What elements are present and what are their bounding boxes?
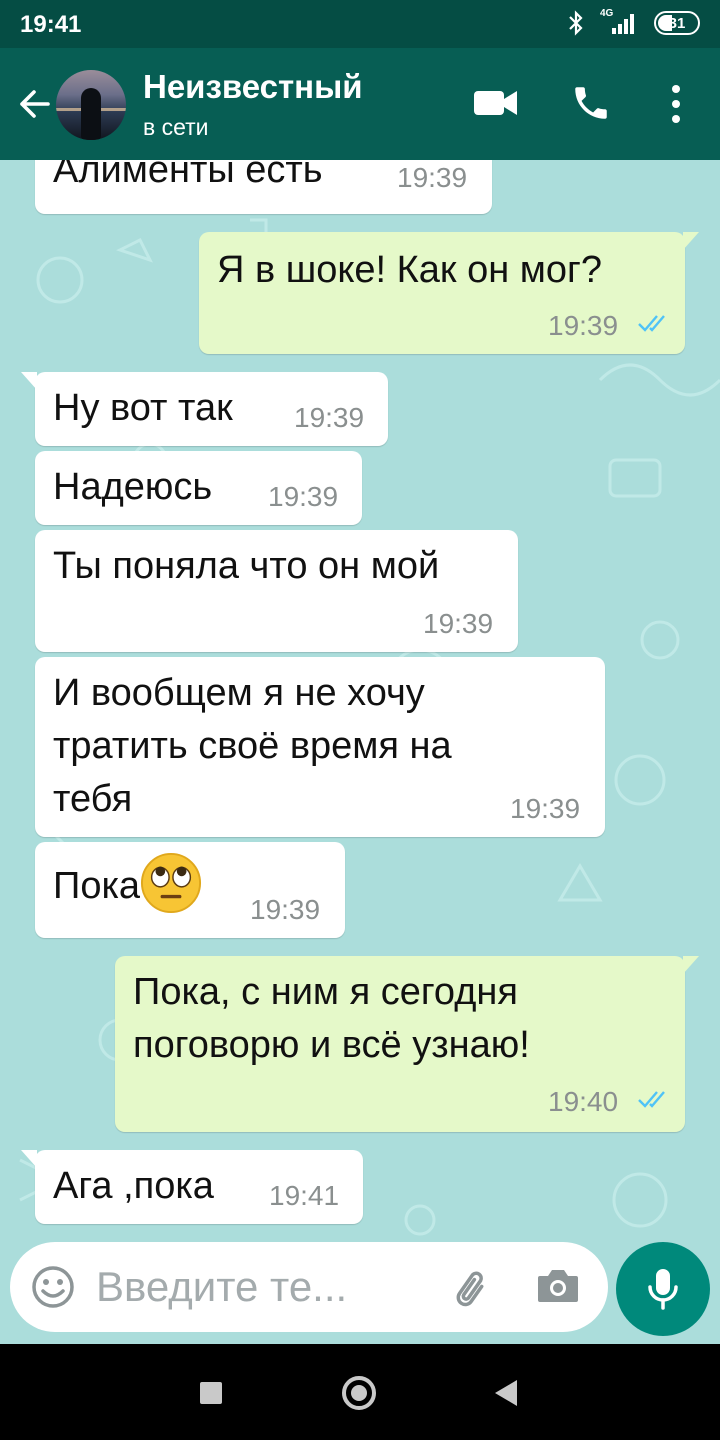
message-bubble-outgoing[interactable]: Пока, с ним я сегодня поговорю и всё узн…: [115, 956, 699, 1132]
message-bubble-incoming[interactable]: Ты поняла что он мой 19:39: [35, 530, 518, 652]
message-bubble-incoming[interactable]: Пока 19:39: [35, 842, 345, 938]
message-bubble-incoming[interactable]: Ага ,пока 19:41: [21, 1150, 363, 1224]
chat-area[interactable]: Алименты есть 19:39 Я в шоке! Как он мог…: [0, 160, 720, 1344]
message-bubble-outgoing[interactable]: Я в шоке! Как он мог? 19:39: [199, 232, 699, 354]
contact-status: в сети: [143, 114, 209, 140]
message-bubble-incoming[interactable]: Надеюсь 19:39: [35, 451, 362, 525]
more-options-icon[interactable]: [660, 84, 692, 124]
phone-call-icon[interactable]: [570, 82, 612, 124]
message-time: 19:39: [423, 608, 494, 639]
message-bubble-incoming[interactable]: Ну вот так 19:39: [21, 372, 388, 446]
contact-name[interactable]: Неизвестный: [143, 68, 363, 106]
message-time: 19:39: [294, 402, 365, 433]
system-navigation-bar: [0, 1344, 720, 1440]
message-bubble-incoming[interactable]: И вообщем я не хочу тратить своё время н…: [35, 657, 605, 837]
message-text: Ты поняла что он мой: [53, 545, 440, 587]
attach-icon[interactable]: [450, 1266, 496, 1312]
avatar[interactable]: [56, 70, 126, 140]
emoji-icon[interactable]: [30, 1264, 76, 1310]
message-text: Я в шоке! Как он мог?: [217, 249, 603, 291]
home-icon[interactable]: [342, 1376, 376, 1410]
battery-level: 31: [668, 14, 686, 32]
message-compose-bar: [10, 1242, 608, 1332]
message-time: 19:39: [510, 793, 581, 824]
recent-apps-icon[interactable]: [200, 1382, 222, 1404]
message-time: 19:39: [397, 162, 468, 193]
message-time: 19:39: [268, 481, 339, 512]
message-time: 19:41: [269, 1180, 340, 1211]
message-time: 19:39: [250, 894, 321, 925]
message-text: Пока: [53, 852, 202, 914]
status-bar: 19:41 4G 31: [0, 0, 720, 48]
message-bubble-incoming[interactable]: Алименты есть 19:39: [35, 160, 492, 214]
message-text-line: поговорю и всё узнаю!: [133, 1024, 530, 1066]
rolling-eyes-emoji-icon: [141, 852, 202, 913]
message-text: Алименты есть: [53, 160, 323, 191]
status-icons: 4G 31: [568, 8, 700, 36]
message-time: 19:39: [548, 310, 619, 341]
nav-back-icon[interactable]: [495, 1380, 517, 1406]
message-text: Ага ,пока: [53, 1165, 214, 1207]
bluetooth-icon: [568, 10, 584, 36]
camera-icon[interactable]: [536, 1266, 580, 1306]
microphone-button[interactable]: [616, 1242, 710, 1336]
message-text-line: тебя: [53, 778, 133, 820]
signal-icon: 4G: [598, 8, 640, 36]
chat-header: Неизвестный в сети: [0, 48, 720, 160]
video-call-icon[interactable]: [474, 88, 518, 118]
message-text-content: Пока: [53, 865, 141, 907]
message-text-line: И вообщем я не хочу: [53, 672, 425, 714]
battery-icon: 31: [654, 11, 700, 35]
microphone-icon: [648, 1269, 678, 1310]
message-text: Ну вот так: [53, 387, 233, 429]
status-time: 19:41: [20, 11, 82, 38]
message-text-line: тратить своё время на: [53, 725, 452, 767]
read-receipt-icon: [638, 1091, 665, 1108]
back-arrow-icon[interactable]: [14, 84, 54, 124]
message-text: Надеюсь: [53, 466, 213, 508]
message-time: 19:40: [548, 1086, 619, 1117]
message-text-line: Пока, с ним я сегодня: [133, 971, 518, 1013]
read-receipt-icon: [638, 315, 665, 332]
message-input[interactable]: [96, 1256, 416, 1318]
